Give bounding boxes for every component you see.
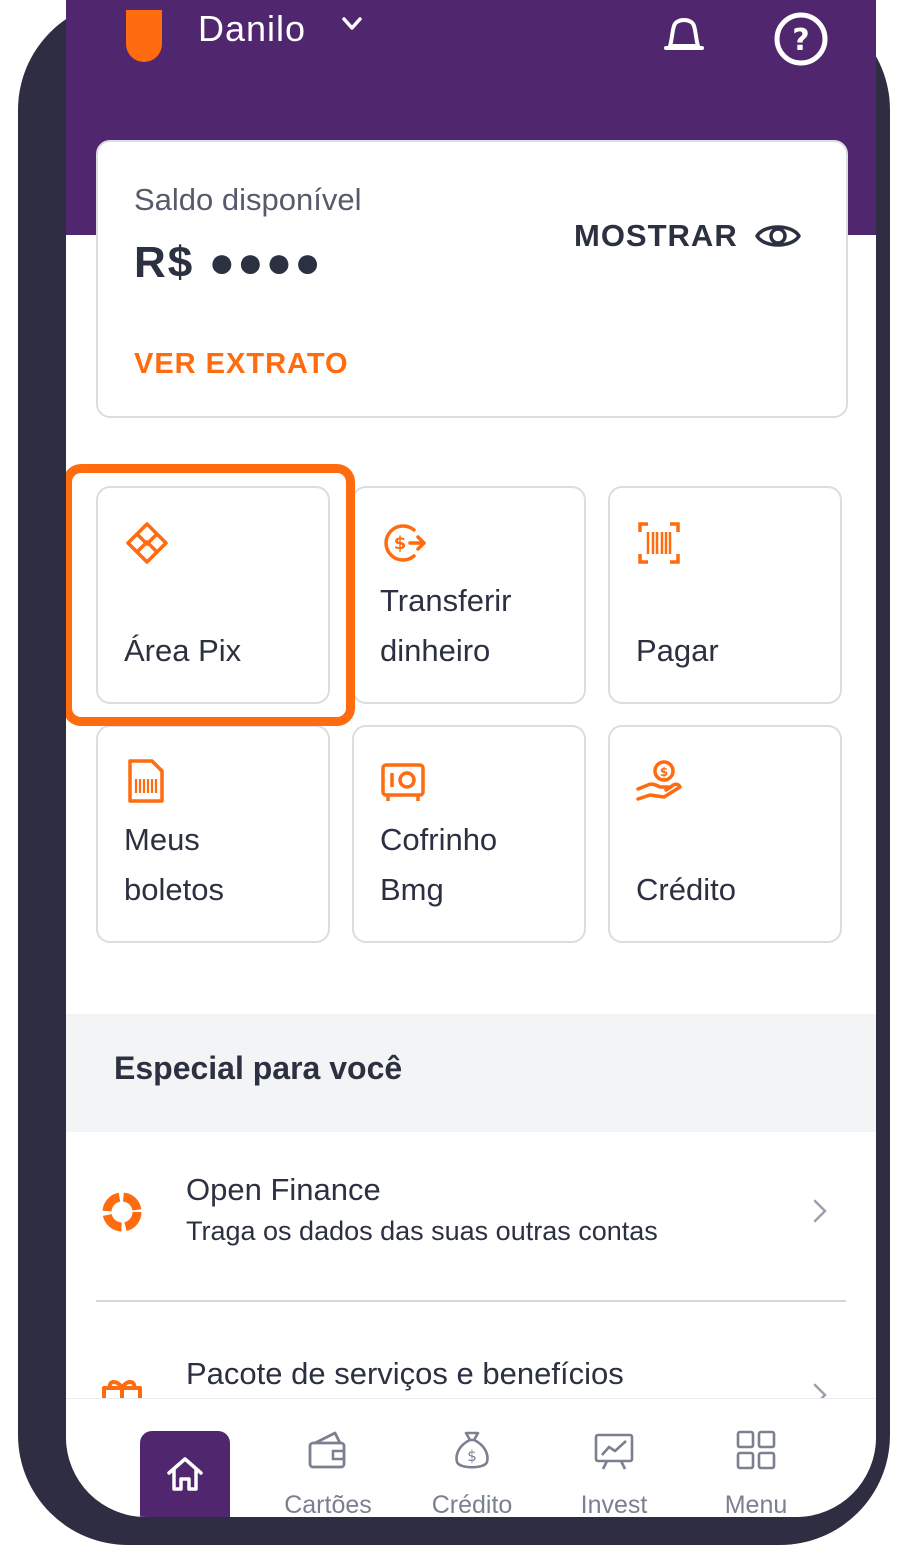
user-name[interactable]: Danilo — [198, 8, 306, 50]
app-screen: Danilo ? Saldo disponível R$ ●●●● MOSTRA… — [66, 0, 876, 1517]
show-balance-label: MOSTRAR — [574, 218, 738, 253]
hand-coin-icon: $ — [636, 760, 682, 801]
balance-value: R$ ●●●● — [134, 238, 323, 287]
side-button — [18, 470, 48, 620]
phone-frame: Danilo ? Saldo disponível R$ ●●●● MOSTRA… — [18, 0, 890, 1545]
open-finance-icon — [102, 1192, 142, 1232]
section-title: Especial para você — [114, 1050, 403, 1086]
section-header: Especial para você — [66, 1014, 876, 1132]
boleto-document-icon — [128, 759, 164, 803]
tile-my-boletos[interactable]: Meus boletos — [96, 725, 330, 943]
nav-item-invest[interactable]: Invest — [554, 1429, 674, 1517]
nav-item-menu[interactable]: Menu — [696, 1429, 816, 1517]
balance-label: Saldo disponível — [134, 182, 362, 217]
highlight-frame — [66, 464, 355, 726]
nav-label: Crédito — [431, 1491, 513, 1517]
tile-transfer-money[interactable]: $ Transferir dinheiro — [352, 486, 586, 704]
nav-item-home[interactable] — [140, 1431, 230, 1517]
nav-item-credit[interactable]: $ Crédito — [412, 1429, 532, 1517]
transfer-money-icon: $ — [384, 524, 426, 562]
wallet-card-icon — [308, 1431, 346, 1469]
divider — [96, 1300, 846, 1302]
tile-pay[interactable]: Pagar — [608, 486, 842, 704]
view-statement-link[interactable]: VER EXTRATO — [134, 348, 349, 381]
list-item-title: Pacote de serviços e benefícios — [186, 1356, 624, 1391]
nav-label: Cartões — [284, 1491, 372, 1517]
chevron-down-icon[interactable] — [342, 14, 362, 34]
barcode-scan-icon — [638, 522, 680, 564]
tile-label: Cofrinho Bmg — [380, 822, 498, 907]
svg-text:$: $ — [467, 1447, 477, 1465]
balance-card: Saldo disponível R$ ●●●● MOSTRAR VER EXT… — [96, 140, 848, 418]
svg-text:$: $ — [660, 765, 668, 779]
tile-credit[interactable]: $ Crédito — [608, 725, 842, 943]
tile-label: Transferir dinheiro — [380, 583, 512, 668]
money-bag-icon: $ — [455, 1431, 489, 1469]
svg-text:$: $ — [394, 533, 407, 554]
help-icon[interactable]: ? — [772, 10, 830, 68]
chevron-right-icon — [813, 1199, 827, 1223]
home-icon — [167, 1457, 203, 1491]
side-button — [18, 290, 48, 440]
eye-icon — [754, 225, 801, 247]
show-balance-button[interactable]: MOSTRAR — [574, 218, 802, 254]
tile-label: Pagar — [636, 633, 719, 668]
chart-board-icon — [594, 1433, 634, 1470]
tile-label: Crédito — [636, 872, 736, 907]
tile-label: Meus boletos — [124, 822, 224, 907]
list-item-subtitle: Traga os dados das suas outras contas — [186, 1216, 658, 1246]
nav-label: Invest — [580, 1491, 648, 1517]
bank-logo-icon — [126, 10, 162, 62]
tile-savings-bmg[interactable]: Cofrinho Bmg — [352, 725, 586, 943]
svg-text:?: ? — [792, 23, 809, 58]
list-item-title: Open Finance — [186, 1172, 381, 1207]
bottom-nav: Cartões $ Crédito Invest Menu — [66, 1398, 876, 1517]
bell-icon[interactable] — [658, 10, 710, 62]
grid-icon — [736, 1430, 776, 1470]
nav-label: Menu — [724, 1491, 788, 1517]
safe-icon — [381, 763, 425, 801]
nav-item-cards[interactable]: Cartões — [268, 1429, 388, 1517]
